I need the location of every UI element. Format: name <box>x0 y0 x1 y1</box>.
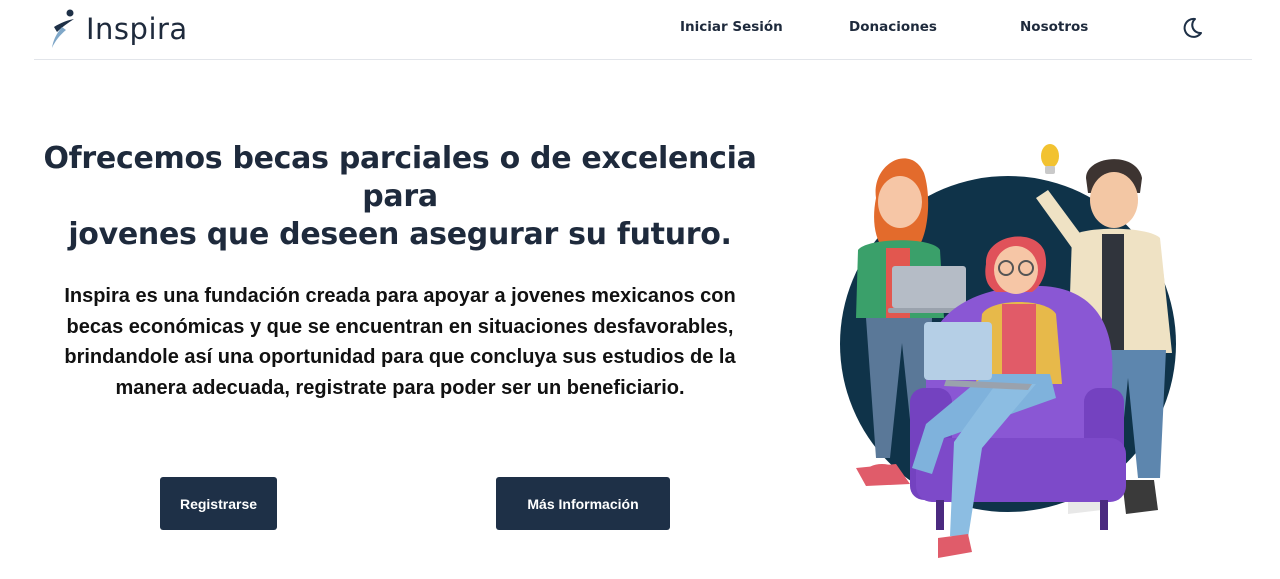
students-illustration <box>840 144 1176 558</box>
more-info-button[interactable]: Más Información <box>496 477 670 530</box>
lightbulb-icon <box>1041 144 1059 174</box>
nav-donations-link[interactable]: Donaciones <box>849 19 937 35</box>
hero-description-line: brindandole así una oportunidad para que… <box>64 346 736 368</box>
hero-headline-line: Ofrecemos becas parciales o de excelenci… <box>43 141 757 214</box>
hero-description-line: manera adecuada, registrate para poder s… <box>115 376 685 399</box>
site-header: Inspira Iniciar Sesión Donaciones Nosotr… <box>34 0 1252 60</box>
nav-login-link[interactable]: Iniciar Sesión <box>680 19 783 35</box>
theme-toggle-button[interactable] <box>1180 16 1204 40</box>
moon-icon <box>1183 17 1202 38</box>
hero-headline-line: jovenes que deseen asegurar su futuro. <box>68 217 732 252</box>
brand-logo[interactable]: Inspira <box>48 7 188 51</box>
hero-description-line: becas económicas y que se encuentran en … <box>66 315 734 338</box>
register-button[interactable]: Registrarse <box>160 477 277 530</box>
hero-description-line: Inspira es una fundación creada para apo… <box>64 285 736 307</box>
nav-about-link[interactable]: Nosotros <box>1020 19 1088 35</box>
hero-headline: Ofrecemos becas parciales o de excelenci… <box>30 140 770 254</box>
hero-description: Inspira es una fundación creada para apo… <box>40 281 760 403</box>
brand-name: Inspira <box>86 12 188 46</box>
inspira-logo-icon <box>52 9 74 48</box>
